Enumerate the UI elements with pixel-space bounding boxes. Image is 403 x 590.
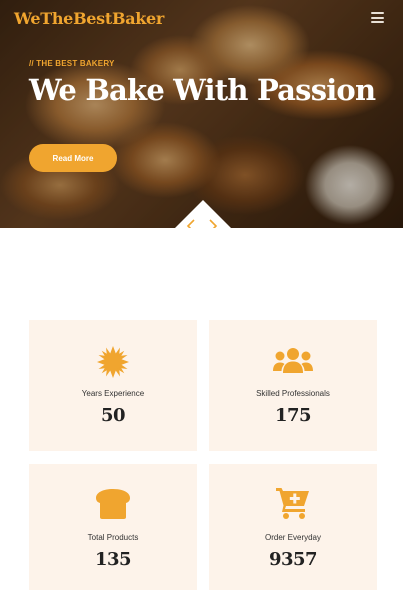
stat-card-total-products: Total Products 135 [29,464,197,590]
chevron-left-icon[interactable] [185,218,197,228]
stat-label: Years Experience [81,389,145,398]
stat-label: Order Everyday [264,533,322,542]
hero-headline: We Bake With Passion [29,73,376,107]
stat-value: 9357 [268,549,318,570]
stat-value: 50 [100,405,126,426]
bread-icon [96,489,130,519]
chevron-right-icon[interactable] [207,218,219,228]
stat-card-years-experience: Years Experience 50 [29,320,197,451]
hamburger-menu-icon[interactable] [371,12,384,23]
hero-background-image [0,0,403,228]
site-logo[interactable]: WeTheBestBaker [14,9,164,28]
sun-badge-icon [97,346,129,378]
stat-card-skilled-professionals: Skilled Professionals 175 [209,320,377,451]
stat-label: Skilled Professionals [256,389,330,398]
hero-tagline: // THE BEST BAKERY [29,59,115,68]
stat-label: Total Products [87,533,139,542]
stat-value: 175 [274,405,312,426]
read-more-button[interactable]: Read More [29,144,117,172]
users-group-icon [273,348,313,373]
slider-nav [175,200,231,228]
stat-value: 135 [94,549,132,570]
cart-plus-icon [276,488,309,519]
hero-section: WeTheBestBaker // THE BEST BAKERY We Bak… [0,0,403,228]
stat-card-order-everyday: Order Everyday 9357 [209,464,377,590]
